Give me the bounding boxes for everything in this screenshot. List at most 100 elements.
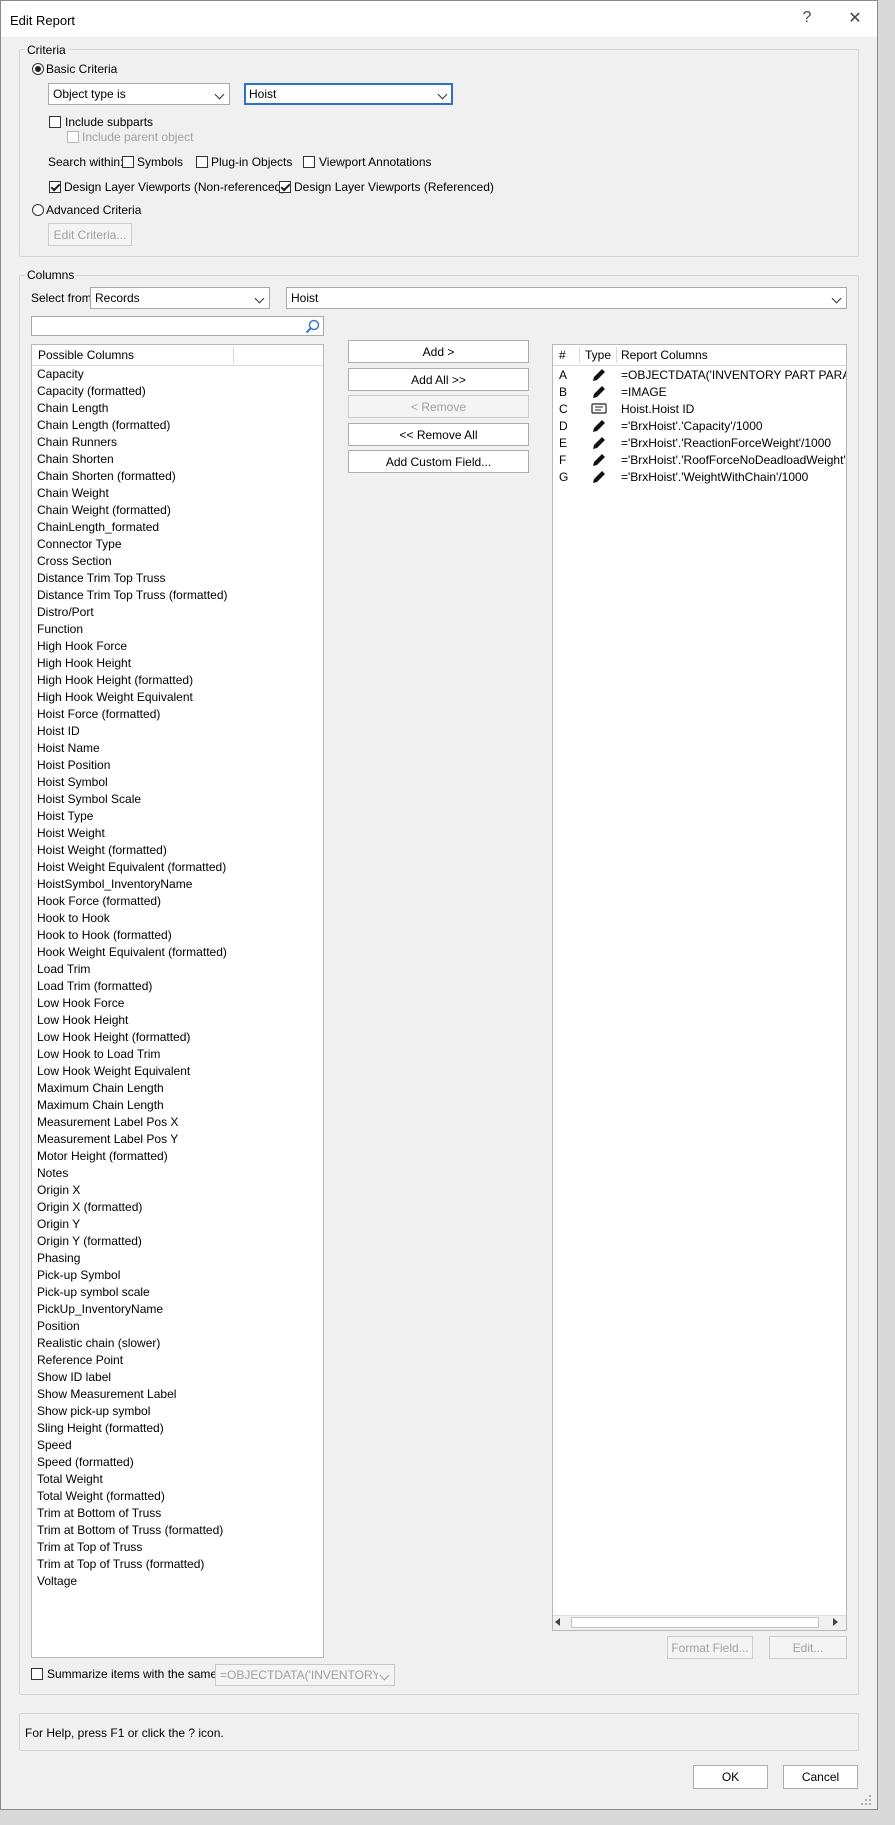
list-item[interactable]: Hoist Symbol [37,774,108,791]
list-item[interactable]: Function [37,621,83,638]
object-type-dropdown[interactable]: Object type is [48,83,230,105]
report-columns-list[interactable]: # Type Report Columns A =OBJECTDATA('INVE… [552,344,847,1631]
list-item[interactable]: Trim at Top of Truss (formatted) [37,1556,204,1573]
table-row[interactable]: B =IMAGE [553,384,846,401]
list-item[interactable]: Chain Runners [37,434,117,451]
list-item[interactable]: Realistic chain (slower) [37,1335,160,1352]
remove-button[interactable]: < Remove [348,395,529,418]
list-item[interactable]: Cross Section [37,553,112,570]
list-item[interactable]: Maximum Chain Length [37,1097,164,1114]
list-item[interactable]: Low Hook Weight Equivalent [37,1063,190,1080]
list-item[interactable]: Measurement Label Pos X [37,1114,178,1131]
list-item[interactable]: Total Weight (formatted) [37,1488,165,1505]
list-item[interactable]: Pick-up Symbol [37,1267,120,1284]
table-row[interactable]: G ='BrxHoist'.'WeightWithChain'/1000 [553,469,846,486]
list-item[interactable]: Chain Shorten (formatted) [37,468,176,485]
symbols-checkbox[interactable] [122,156,134,168]
table-row[interactable]: C Hoist.Hoist ID [553,401,846,418]
list-item[interactable]: Trim at Top of Truss [37,1539,142,1556]
edit-button[interactable]: Edit... [769,1636,847,1659]
summarize-checkbox[interactable] [31,1668,43,1680]
close-icon[interactable]: ✕ [835,5,875,31]
list-item[interactable]: Hook to Hook [37,910,110,927]
advanced-criteria-radio[interactable] [32,204,44,216]
list-item[interactable]: Distance Trim Top Truss [37,570,165,587]
add-button[interactable]: Add > [348,340,529,363]
design-layer-ref-checkbox[interactable] [279,181,291,193]
list-item[interactable]: Capacity [37,366,84,383]
list-item[interactable]: Show pick-up symbol [37,1403,150,1420]
table-row[interactable]: E ='BrxHoist'.'ReactionForceWeight'/1000 [553,435,846,452]
list-item[interactable]: Position [37,1318,80,1335]
include-subparts-checkbox[interactable] [49,116,61,128]
list-item[interactable]: Trim at Bottom of Truss (formatted) [37,1522,223,1539]
scroll-thumb[interactable] [571,1617,819,1628]
ok-button[interactable]: OK [693,1765,768,1789]
list-item[interactable]: ChainLength_formated [37,519,159,536]
plugin-objects-checkbox[interactable] [196,156,208,168]
list-item[interactable]: Distance Trim Top Truss (formatted) [37,587,228,604]
list-item[interactable]: Low Hook Height [37,1012,128,1029]
table-row[interactable]: A =OBJECTDATA('INVENTORY PART PARAM'; [553,367,846,384]
list-item[interactable]: Chain Weight [37,485,109,502]
list-item[interactable]: Show ID label [37,1369,111,1386]
column-search-input[interactable] [31,316,324,336]
list-item[interactable]: Origin X [37,1182,80,1199]
list-item[interactable]: Capacity (formatted) [37,383,146,400]
scroll-right-icon[interactable] [833,1618,838,1626]
list-item[interactable]: HoistSymbol_InventoryName [37,876,192,893]
list-item[interactable]: Low Hook Force [37,995,124,1012]
report-columns-hscrollbar[interactable] [553,1615,846,1630]
list-item[interactable]: Maximum Chain Length [37,1080,164,1097]
list-item[interactable]: Chain Shorten [37,451,114,468]
include-parent-checkbox[interactable] [67,131,79,143]
list-item[interactable]: Distro/Port [37,604,94,621]
scroll-left-icon[interactable] [555,1618,560,1626]
list-item[interactable]: Low Hook Height (formatted) [37,1029,190,1046]
list-item[interactable]: Hook Weight Equivalent (formatted) [37,944,227,961]
criteria-value-dropdown[interactable]: Hoist [244,83,453,105]
list-item[interactable]: Trim at Bottom of Truss [37,1505,161,1522]
list-item[interactable]: Low Hook to Load Trim [37,1046,160,1063]
viewport-annotations-checkbox[interactable] [303,156,315,168]
list-item[interactable]: Hook to Hook (formatted) [37,927,172,944]
list-item[interactable]: Hoist Force (formatted) [37,706,160,723]
format-field-button[interactable]: Format Field... [667,1636,753,1659]
list-item[interactable]: Total Weight [37,1471,103,1488]
list-item[interactable]: Notes [37,1165,68,1182]
list-item[interactable]: Hoist Weight [37,825,105,842]
remove-all-button[interactable]: << Remove All [348,423,529,446]
basic-criteria-radio[interactable] [32,63,44,75]
table-row[interactable]: F ='BrxHoist'.'RoofForceNoDeadloadWeight'… [553,452,846,469]
list-item[interactable]: High Hook Height (formatted) [37,672,193,689]
list-item[interactable]: Pick-up symbol scale [37,1284,150,1301]
list-item[interactable]: Speed [37,1437,72,1454]
design-layer-non-ref-checkbox[interactable] [49,181,61,193]
cancel-button[interactable]: Cancel [783,1765,858,1789]
list-item[interactable]: Voltage [37,1573,77,1590]
list-item[interactable]: Show Measurement Label [37,1386,176,1403]
list-item[interactable]: Hoist Weight Equivalent (formatted) [37,859,226,876]
record-dropdown[interactable]: Hoist [286,287,847,309]
list-item[interactable]: Load Trim [37,961,90,978]
list-item[interactable]: Sling Height (formatted) [37,1420,164,1437]
add-custom-field-button[interactable]: Add Custom Field... [348,450,529,473]
list-item[interactable]: Reference Point [37,1352,123,1369]
add-all-button[interactable]: Add All >> [348,368,529,391]
list-item[interactable]: Connector Type [37,536,122,553]
list-item[interactable]: High Hook Force [37,638,127,655]
list-item[interactable]: Origin Y (formatted) [37,1233,142,1250]
help-icon[interactable]: ? [787,5,827,31]
list-item[interactable]: Phasing [37,1250,80,1267]
list-item[interactable]: Hoist Symbol Scale [37,791,141,808]
list-item[interactable]: Speed (formatted) [37,1454,134,1471]
select-from-dropdown[interactable]: Records [90,287,270,309]
list-item[interactable]: Chain Length [37,400,108,417]
list-item[interactable]: PickUp_InventoryName [37,1301,163,1318]
edit-criteria-button[interactable]: Edit Criteria... [48,223,132,246]
list-item[interactable]: High Hook Weight Equivalent [37,689,193,706]
list-item[interactable]: Chain Length (formatted) [37,417,170,434]
search-icon[interactable] [305,319,320,334]
list-item[interactable]: Hoist Position [37,757,110,774]
list-item[interactable]: Hoist ID [37,723,80,740]
